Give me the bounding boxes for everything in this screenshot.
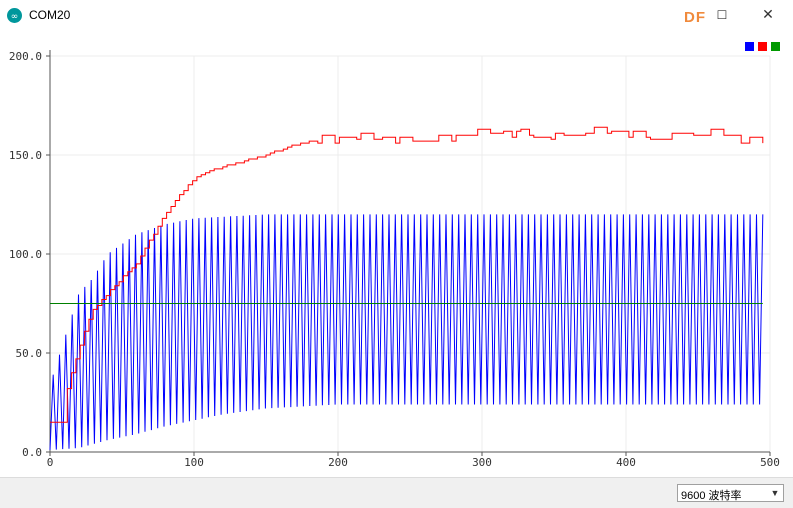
x-tick-label: 500	[760, 456, 780, 469]
close-button[interactable]: ✕	[756, 4, 780, 26]
arduino-icon: ∞	[7, 8, 22, 23]
title-bar: ∞ COM20 DF ☐ ✕	[0, 0, 793, 32]
chart: 0 100 200 300 400 500 0.0 50.0 100.0 150.0 200.0	[9, 50, 780, 469]
y-tick-label: 50.0	[16, 347, 43, 360]
df-logo: DF	[684, 9, 706, 26]
y-tick-label: 0.0	[22, 446, 42, 459]
x-tick-label: 0	[47, 456, 54, 469]
maximize-button[interactable]: ☐	[710, 4, 734, 26]
y-tick-label: 100.0	[9, 248, 42, 261]
chevron-down-icon: ▼	[770, 488, 780, 498]
x-tick-label: 300	[472, 456, 492, 469]
series-line-0	[49, 214, 764, 451]
x-tick-label: 100	[184, 456, 204, 469]
status-bar: 9600 波特率 ▼	[0, 477, 793, 508]
close-icon: ✕	[762, 7, 774, 23]
baud-rate-select[interactable]: 9600 波特率 ▼	[677, 484, 784, 502]
y-tick-label: 200.0	[9, 50, 42, 63]
svg-text:∞: ∞	[11, 12, 19, 22]
x-tick-label: 200	[328, 456, 348, 469]
baud-rate-value: 9600 波特率	[681, 490, 742, 502]
window-title: COM20	[29, 8, 71, 22]
y-tick-label: 150.0	[9, 149, 42, 162]
maximize-icon: ☐	[716, 8, 728, 22]
x-tick-label: 400	[616, 456, 636, 469]
